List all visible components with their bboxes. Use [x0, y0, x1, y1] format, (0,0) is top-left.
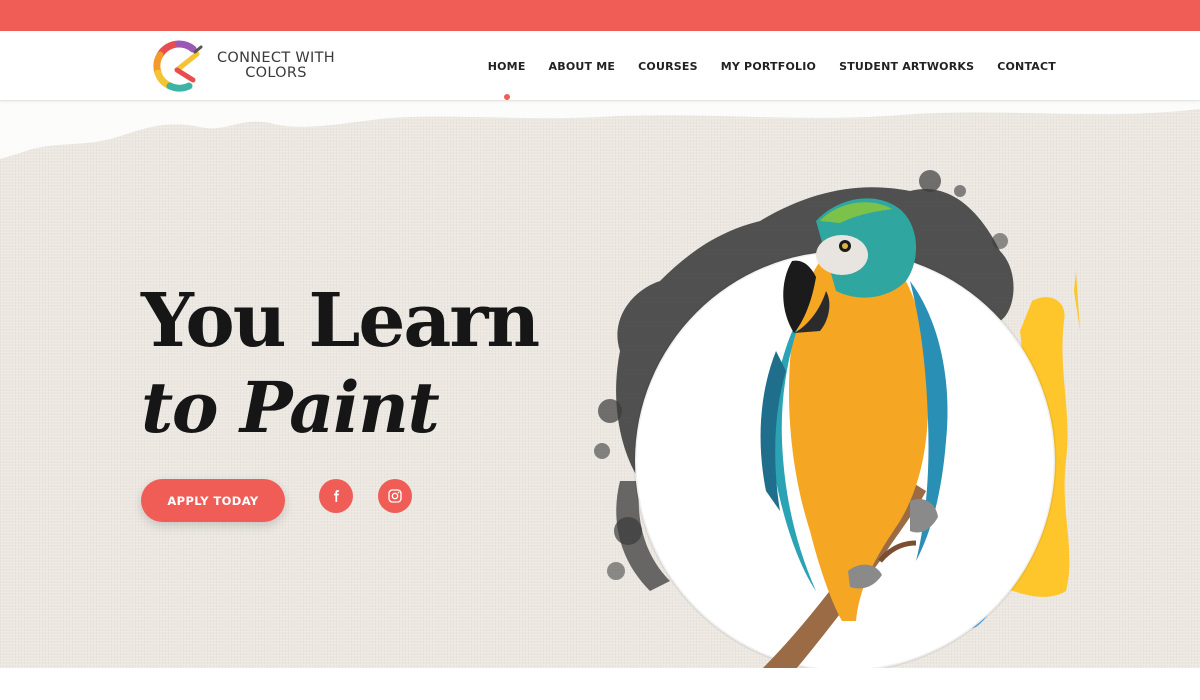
nav-item-contact[interactable]: CONTACT [997, 60, 1056, 73]
nav-item-contact-label: CONTACT [997, 59, 1056, 73]
nav-item-about-me[interactable]: ABOUT ME [549, 60, 616, 73]
logo-line2: COLORS [245, 65, 307, 81]
top-accent-bar [0, 0, 1200, 31]
nav-item-home[interactable]: HOME [487, 59, 526, 100]
main-nav: HOME ABOUT ME COURSES MY PORTFOLIO STUDE… [488, 31, 1056, 101]
logo-line1: CONNECT WITH [217, 50, 335, 66]
hero-headline: You Learn to Paint [141, 278, 540, 453]
nav-item-my-portfolio[interactable]: MY PORTFOLIO [721, 60, 816, 73]
nav-item-my-portfolio-label: MY PORTFOLIO [720, 59, 817, 73]
site-header: CONNECT WITH COLORS HOME ABOUT ME COURSE… [0, 31, 1200, 101]
nav-item-courses[interactable]: COURSES [638, 60, 698, 73]
nav-item-home-label: HOME [487, 59, 526, 73]
nav-item-about-me-label: ABOUT ME [548, 59, 616, 73]
headline-line2: to Paint [141, 366, 440, 449]
site-logo[interactable]: CONNECT WITH COLORS [153, 40, 335, 92]
instagram-icon [388, 489, 402, 503]
hero-section: You Learn to Paint APPLY TODAY [0, 101, 1200, 668]
headline-line1: You Learn [141, 278, 540, 364]
color-wheel-logo-icon [153, 40, 203, 92]
active-indicator [503, 93, 510, 100]
facebook-icon [333, 490, 339, 502]
apply-today-button[interactable]: APPLY TODAY [141, 479, 285, 522]
nav-item-student-artworks[interactable]: STUDENT ARTWORKS [839, 60, 974, 73]
nav-item-student-artworks-label: STUDENT ARTWORKS [839, 59, 975, 73]
facebook-link[interactable] [319, 479, 353, 513]
instagram-link[interactable] [378, 479, 412, 513]
nav-item-courses-label: COURSES [638, 59, 698, 73]
logo-wordmark: CONNECT WITH COLORS [217, 51, 335, 81]
page-bottom-strip [0, 668, 1200, 700]
parrot-artwork [594, 170, 1080, 668]
